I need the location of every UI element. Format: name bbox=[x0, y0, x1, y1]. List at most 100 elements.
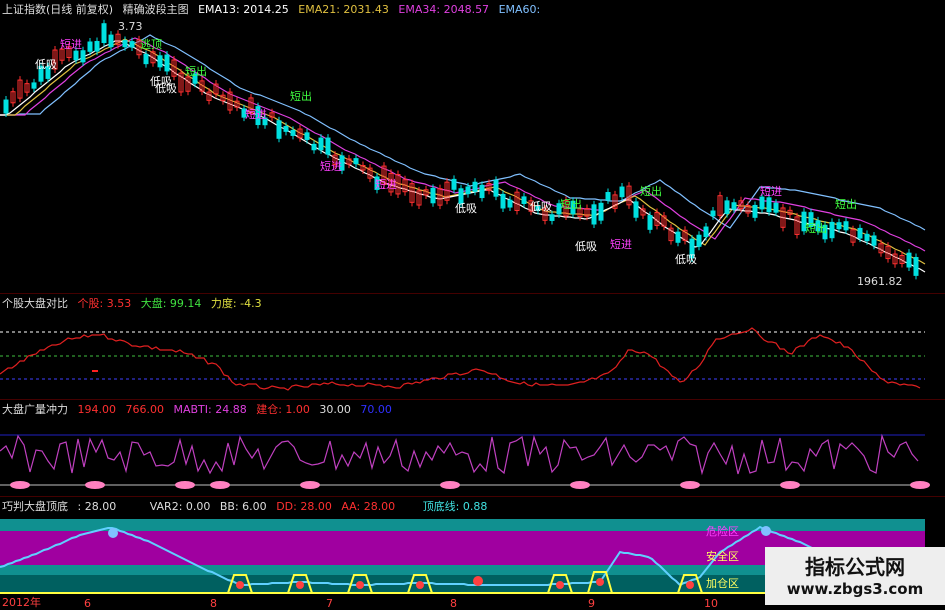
breadth-header: 大盘广量冲力 194.00 766.00 MABTI: 24.88 建仓: 1.… bbox=[2, 401, 398, 417]
candle-body bbox=[143, 53, 149, 65]
signal-label: 短出 bbox=[290, 89, 312, 103]
candle-body bbox=[605, 192, 611, 201]
candle-body bbox=[521, 196, 527, 204]
comparison-header: 个股大盘对比 个股: 3.53 大盘: 99.14 力度: -4.3 bbox=[2, 295, 268, 311]
force-value: 力度: -4.3 bbox=[210, 297, 262, 310]
candle-body bbox=[549, 214, 555, 221]
breadth-v1: 194.00 bbox=[77, 403, 117, 416]
buy-dot bbox=[416, 581, 424, 589]
dd-value: DD: 28.00 bbox=[276, 500, 332, 513]
candle-body bbox=[871, 235, 877, 246]
signal-label: 低吸 bbox=[35, 58, 57, 71]
breadth-v4: 70.00 bbox=[360, 403, 392, 416]
main-chart-header: 上证指数(日线 前复权) 精确波段主图 EMA13: 2014.25 EMA21… bbox=[2, 1, 546, 17]
candle-body bbox=[619, 186, 625, 198]
candle-body bbox=[108, 34, 114, 48]
signal-label: 短进 bbox=[60, 37, 82, 51]
candle-body bbox=[318, 137, 324, 151]
candle-body bbox=[493, 179, 499, 197]
bottom-signal-blob bbox=[10, 481, 30, 489]
x-axis-label-4: 8 bbox=[450, 597, 457, 610]
candle-body bbox=[122, 40, 128, 48]
candle-body bbox=[696, 234, 702, 247]
ema13-line bbox=[0, 40, 926, 273]
signal-label: 短出 bbox=[185, 64, 207, 78]
signal-label: 短出 bbox=[835, 197, 857, 211]
candle-body bbox=[500, 193, 506, 209]
candle-body bbox=[304, 132, 310, 140]
candle-body bbox=[283, 125, 289, 132]
ema60-label: EMA60: bbox=[498, 3, 541, 16]
candle-body bbox=[829, 221, 835, 239]
candle-body bbox=[647, 215, 653, 230]
dingdi-value: 顶底线: 0.88 bbox=[422, 500, 488, 513]
market-value: 大盘: 99.14 bbox=[140, 297, 202, 310]
candle-body bbox=[472, 181, 478, 192]
bottom-signal-blob bbox=[910, 481, 930, 489]
aa-value: AA: 28.00 bbox=[341, 500, 396, 513]
signal-label: 短进 bbox=[760, 184, 782, 198]
signal-label: 短出 bbox=[640, 184, 662, 198]
bottom-signal-blob bbox=[680, 481, 700, 489]
candle-body bbox=[773, 202, 779, 213]
comparison-title: 个股大盘对比 bbox=[2, 297, 68, 310]
bb-value: BB: 6.00 bbox=[219, 500, 267, 513]
candle-body bbox=[913, 257, 919, 276]
x-axis-label-5: 9 bbox=[588, 597, 595, 610]
candle-body bbox=[591, 204, 597, 225]
buy-dot bbox=[236, 581, 244, 589]
candlestick-chart: 低吸短进 逃顶短出低吸短进短出低吸短进短进低吸 低吸 短出低吸短出短进低吸短进短出短出 bbox=[0, 19, 926, 280]
signal-label: 短进 bbox=[320, 159, 342, 173]
top-bottom-v1: : 28.00 bbox=[77, 500, 117, 513]
mabti-value: MABTI: 24.88 bbox=[173, 403, 247, 416]
low-price-label: 1961.82 bbox=[857, 275, 903, 288]
signal-label: 短进 bbox=[610, 237, 632, 251]
candle-body bbox=[752, 204, 758, 218]
bottom-signal-blob bbox=[300, 481, 320, 489]
x-axis-label-1: 6 bbox=[84, 597, 91, 610]
zone-safe-label: 安全区 bbox=[706, 550, 739, 563]
main-chart-panel[interactable]: 上证指数(日线 前复权) 精确波段主图 EMA13: 2014.25 EMA21… bbox=[0, 0, 945, 292]
ema21-label: EMA21: 2031.43 bbox=[298, 3, 389, 16]
signal-label: 短进 bbox=[375, 177, 397, 191]
main-title: 上证指数(日线 前复权) bbox=[2, 3, 114, 16]
bottom-signal-blob bbox=[210, 481, 230, 489]
buy-dot bbox=[473, 576, 483, 586]
candle-body bbox=[857, 227, 863, 239]
candle-body bbox=[507, 199, 513, 208]
signal-label: 低吸 bbox=[675, 253, 697, 266]
buy-dot bbox=[686, 581, 694, 589]
candle-body bbox=[759, 196, 765, 210]
candle-body bbox=[864, 233, 870, 242]
candle-body bbox=[731, 202, 737, 210]
bottom-signal-blob bbox=[175, 481, 195, 489]
candle-body bbox=[31, 82, 37, 89]
signal-label: 短进 bbox=[245, 107, 267, 121]
top-bottom-header: 巧判大盘顶底 : 28.00 VAR2: 0.00 BB: 6.00 DD: 2… bbox=[2, 498, 493, 514]
high-price-label: 3.73 bbox=[118, 20, 143, 33]
signal-label: 低吸 bbox=[530, 200, 552, 213]
breadth-panel[interactable]: 大盘广量冲力 194.00 766.00 MABTI: 24.88 建仓: 1.… bbox=[0, 399, 945, 496]
breadth-v3: 30.00 bbox=[319, 403, 351, 416]
watermark-title: 指标公式网 bbox=[805, 555, 905, 579]
candle-body bbox=[164, 54, 170, 72]
signal-label: 低吸 bbox=[155, 82, 177, 95]
signal-label: 逃顶 bbox=[140, 38, 162, 51]
candle-body bbox=[94, 41, 100, 52]
bottom-signal-blob bbox=[440, 481, 460, 489]
x-axis-label-0: 2012年 bbox=[2, 596, 41, 609]
breadth-title: 大盘广量冲力 bbox=[2, 403, 68, 416]
indicator-name: 精确波段主图 bbox=[122, 3, 189, 16]
zone-danger-label: 危险区 bbox=[706, 525, 739, 538]
candle-body bbox=[276, 120, 282, 139]
comparison-panel[interactable]: 个股大盘对比 个股: 3.53 大盘: 99.14 力度: -4.3 bbox=[0, 293, 945, 399]
candle-body bbox=[311, 143, 317, 151]
ema34-label: EMA34: 2048.57 bbox=[398, 3, 490, 16]
candle-body bbox=[703, 226, 709, 238]
signal-label: 低吸 bbox=[575, 240, 597, 253]
breadth-v2: 766.00 bbox=[125, 403, 165, 416]
stock-value: 个股: 3.53 bbox=[77, 297, 132, 310]
candle-body bbox=[73, 50, 79, 61]
candle-body bbox=[451, 178, 457, 190]
build-value: 建仓: 1.00 bbox=[256, 403, 310, 416]
